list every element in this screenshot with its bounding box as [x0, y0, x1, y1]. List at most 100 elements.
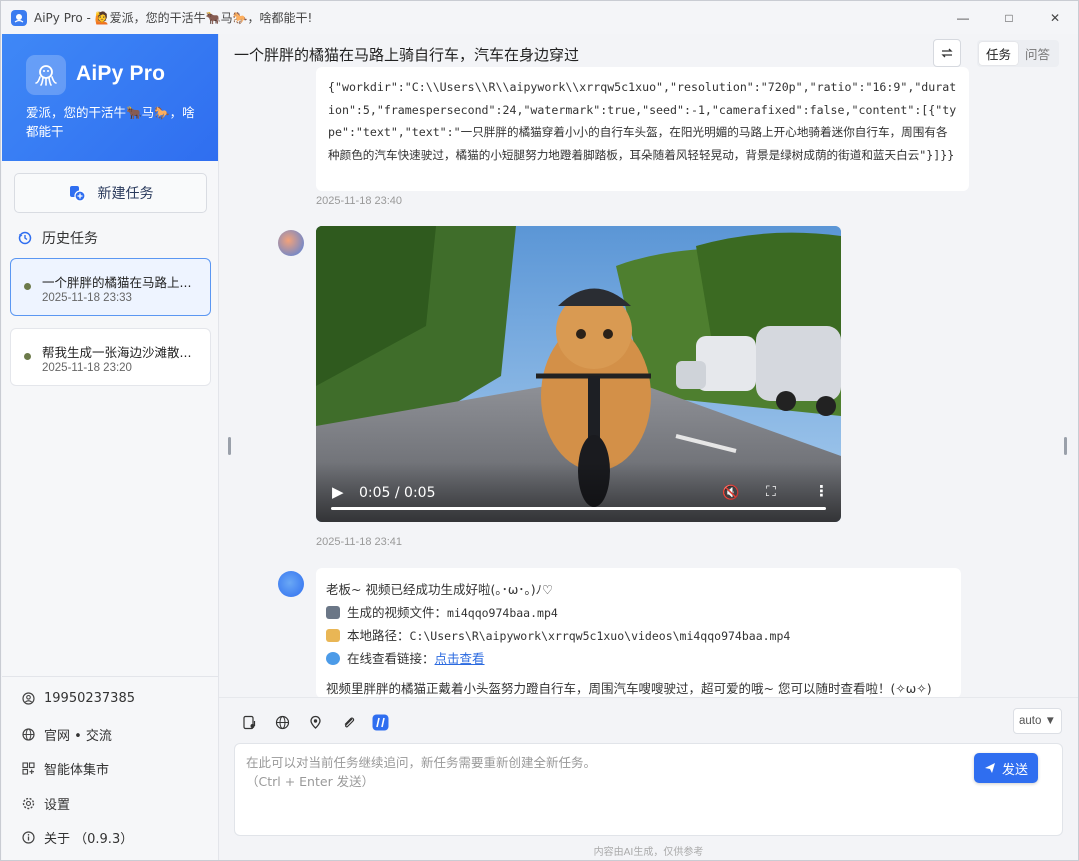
message-timestamp: 2025-11-18 23:41 — [316, 536, 403, 548]
new-task-label: 新建任务 — [97, 186, 154, 202]
file-tool-button[interactable] — [240, 713, 258, 731]
website-community-label: 官网 • 交流 — [44, 729, 112, 744]
main-panel: 一个胖胖的橘猫在马路上骑自行车，汽车在身边穿过 任务 问答 {"workdir"… — [219, 34, 1078, 860]
video-progress-bar[interactable] — [331, 507, 826, 510]
attach-tool-button[interactable] — [339, 713, 357, 731]
maximize-button[interactable]: □ — [986, 1, 1032, 34]
history-icon — [18, 231, 32, 245]
file-label: 生成的视频文件： — [347, 605, 448, 620]
task-status-icon — [24, 283, 31, 290]
more-options-icon[interactable]: ⋮ — [814, 482, 829, 500]
play-icon[interactable]: ▶ — [332, 483, 344, 501]
octopus-logo-icon — [26, 55, 66, 95]
map-pin-icon — [309, 715, 321, 729]
website-community-link[interactable]: 官网 • 交流 — [21, 725, 112, 744]
assistant-avatar — [278, 571, 304, 597]
app-window: AiPy Pro - 🙋爱派，您的干活牛🐂马🐎，啥都能干! — □ ✕ AiPy… — [0, 0, 1079, 861]
task-title: 一个胖胖的橘猫在马路上骑自行车，汽车在身边穿过 — [234, 46, 580, 64]
video-time: 0:05 / 0:05 — [359, 485, 436, 501]
reply-summary: 视频里胖胖的橘猫正戴着小头盔努力蹬自行车，周围汽车嗖嗖驶过，超可爱的哦~ 您可以… — [326, 681, 932, 696]
grid-apps-icon — [21, 762, 35, 776]
sidebar: AiPy Pro 爱派，您的干活牛🐂马🐎，啥都能干 新建任务 历史任务 一个胖胖… — [2, 34, 219, 860]
send-label: 发送 — [1001, 762, 1028, 778]
settings-link[interactable]: 设置 — [21, 794, 70, 813]
path-row: 本地路径：C:\Users\R\aipywork\xrrqw5c1xuo\vid… — [326, 625, 790, 644]
document-music-icon — [242, 715, 255, 729]
minimize-icon: — — [957, 10, 969, 25]
close-window-button[interactable]: ✕ — [1032, 1, 1078, 34]
globe-icon — [275, 715, 289, 729]
tab-task[interactable]: 任务 — [979, 42, 1018, 65]
send-icon — [984, 763, 995, 773]
message-input[interactable]: 在此可以对当前任务继续追问，新任务需要重新创建全新任务。 （Ctrl + Ent… — [234, 743, 1063, 836]
agent-market-label: 智能体集市 — [44, 763, 110, 778]
ai-disclaimer: 内容由AI生成，仅供参考 — [593, 847, 704, 858]
agent-market-link[interactable]: 智能体集市 — [21, 759, 109, 778]
mute-icon[interactable]: 🔇 — [722, 484, 739, 501]
online-label: 在线查看链接： — [347, 651, 435, 666]
online-row: 在线查看链接：点击查看 — [326, 648, 485, 667]
model-select[interactable]: auto ▼ — [1013, 708, 1062, 734]
code-tool-button[interactable] — [371, 713, 389, 731]
about-label: 关于 （0.9.3） — [44, 832, 134, 847]
close-icon: ✕ — [1049, 10, 1061, 25]
location-tool-button[interactable] — [306, 713, 324, 731]
video-file-icon — [326, 606, 340, 619]
brand-subtitle: 爱派，您的干活牛🐂马🐎，啥都能干 — [26, 105, 195, 139]
message-timestamp: 2025-11-18 23:40 — [316, 195, 403, 207]
history-item-time: 2025-11-18 23:20 — [42, 362, 132, 374]
code-icon — [372, 714, 388, 730]
info-icon — [21, 831, 35, 845]
path-value: C:\Users\R\aipywork\xrrqw5c1xuo\videos\m… — [409, 629, 791, 643]
window-title: AiPy Pro - 🙋爱派，您的干活牛🐂马🐎，啥都能干! — [34, 11, 313, 25]
new-task-button[interactable]: 新建任务 — [14, 173, 207, 213]
user-circle-icon — [21, 692, 35, 706]
history-label: 历史任务 — [42, 231, 98, 247]
globe-icon — [326, 652, 340, 665]
settings-label: 设置 — [44, 798, 71, 813]
history-item-2[interactable]: 帮我生成一张海边沙滩散... 2025-11-18 23:20 — [10, 328, 211, 386]
reply-message: 老板~ 视频已经成功生成好啦(｡･ω･｡)ﾉ♡ 生成的视频文件：mi4qqo97… — [316, 568, 961, 698]
globe-icon — [21, 728, 35, 742]
online-view-link[interactable]: 点击查看 — [435, 651, 485, 666]
maximize-icon: □ — [1005, 10, 1013, 25]
web-tool-button[interactable] — [273, 713, 291, 731]
task-status-icon — [24, 353, 31, 360]
brand-panel: AiPy Pro 爱派，您的干活牛🐂马🐎，啥都能干 — [2, 34, 218, 161]
new-task-icon — [69, 186, 86, 202]
scrollbar-thumb[interactable] — [1064, 437, 1067, 455]
sync-button[interactable] — [933, 39, 961, 67]
about-link[interactable]: 关于 （0.9.3） — [21, 828, 133, 847]
paperclip-icon — [344, 716, 354, 727]
title-bar: AiPy Pro - 🙋爱派，您的干活牛🐂马🐎，啥都能干! — □ ✕ — [1, 1, 1078, 34]
mode-switch: 任务 问答 — [977, 40, 1059, 67]
history-item-time: 2025-11-18 23:33 — [42, 292, 132, 304]
minimize-button[interactable]: — — [940, 1, 986, 34]
file-row: 生成的视频文件：mi4qqo974baa.mp4 — [326, 602, 558, 621]
path-label: 本地路径： — [347, 628, 410, 643]
history-header: 历史任务 — [18, 228, 98, 248]
history-item-title: 帮我生成一张海边沙滩散... — [42, 345, 192, 360]
account-phone: 19950237385 — [44, 691, 135, 706]
gear-icon — [21, 797, 35, 811]
assistant-avatar — [278, 230, 304, 256]
composer: auto ▼ 在此可以对当前任务继续追问，新任务需要重新创建全新任务。 （Ctr… — [219, 697, 1078, 860]
history-item-1[interactable]: 一个胖胖的橘猫在马路上... 2025-11-18 23:33 — [10, 258, 211, 316]
params-message: {"workdir":"C:\\Users\\R\\aipywork\\xrrq… — [316, 67, 969, 191]
sync-icon — [941, 48, 953, 58]
account-phone-link[interactable]: 19950237385 — [21, 691, 135, 706]
fullscreen-icon[interactable]: ⛶ — [766, 483, 776, 500]
brand-title: AiPy Pro — [76, 62, 166, 85]
input-placeholder: 在此可以对当前任务继续追问，新任务需要重新创建全新任务。 （Ctrl + Ent… — [246, 755, 597, 789]
tab-qa[interactable]: 问答 — [1018, 42, 1057, 65]
video-player[interactable]: ▶ 0:05 / 0:05 🔇 ⛶ ⋮ — [316, 226, 841, 522]
history-item-title: 一个胖胖的橘猫在马路上... — [42, 275, 192, 290]
folder-icon — [326, 629, 340, 642]
send-button[interactable]: 发送 — [974, 753, 1038, 783]
sidebar-footer — [2, 676, 218, 677]
app-logo-icon — [11, 9, 27, 26]
params-code: {"workdir":"C:\\Users\\R\\aipywork\\xrrq… — [328, 80, 957, 162]
reply-headline: 老板~ 视频已经成功生成好啦(｡･ω･｡)ﾉ♡ — [326, 582, 554, 597]
video-controls: ▶ 0:05 / 0:05 🔇 ⛶ ⋮ — [316, 462, 841, 522]
left-resize-handle[interactable] — [228, 437, 231, 455]
